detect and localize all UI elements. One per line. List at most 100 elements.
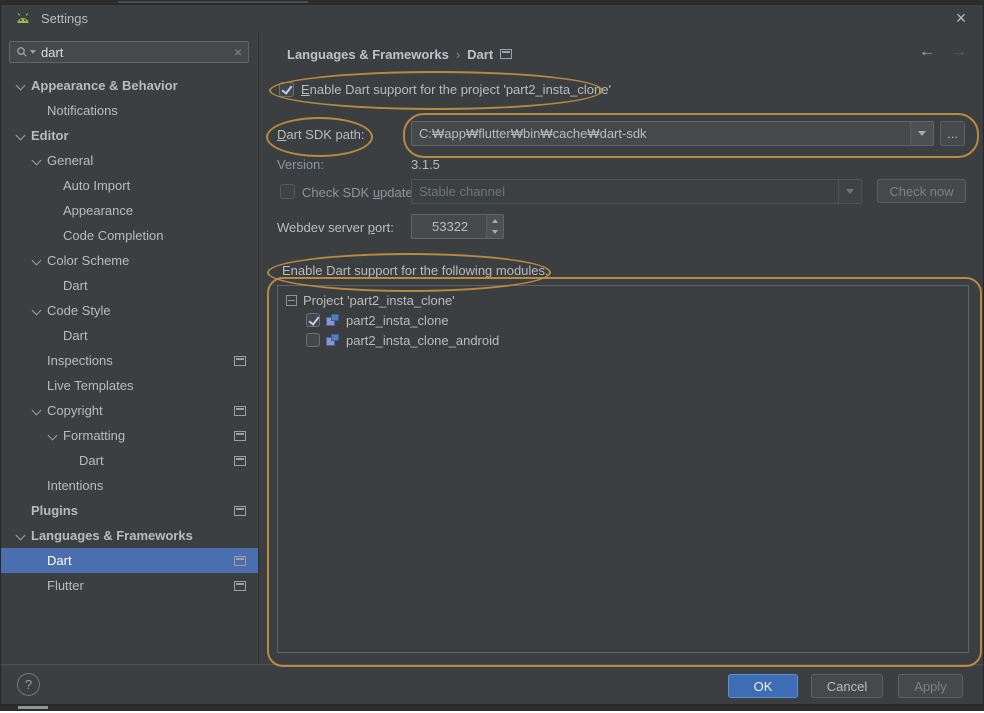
- webdev-port-label: Webdev server port:: [277, 220, 394, 235]
- stepper-up-icon[interactable]: [487, 215, 503, 227]
- forward-arrow-icon: →: [951, 43, 967, 60]
- sidebar-item-editor[interactable]: Editor: [1, 123, 258, 148]
- check-sdk-update-label: Check SDK update:: [302, 185, 417, 200]
- settings-page-icon: [500, 49, 513, 59]
- search-icon: [16, 46, 36, 58]
- sidebar-item-languages-frameworks[interactable]: Languages & Frameworks: [1, 523, 258, 548]
- sidebar-item-dart[interactable]: Dart: [1, 448, 258, 473]
- sidebar-item-general[interactable]: General: [1, 148, 258, 173]
- collapse-node-icon[interactable]: [286, 294, 297, 306]
- sidebar-item-label: Flutter: [47, 578, 84, 593]
- version-label: Version:: [277, 157, 324, 172]
- sidebar-item-label: Notifications: [47, 103, 118, 118]
- webdev-port-stepper[interactable]: 53322: [411, 214, 504, 239]
- module-checkbox[interactable]: [306, 313, 320, 327]
- module-row: part2_insta_clone: [278, 310, 968, 330]
- check-sdk-update-checkbox[interactable]: [280, 184, 295, 199]
- sidebar-item-label: Intentions: [47, 478, 104, 493]
- module-label: part2_insta_clone_android: [346, 332, 500, 348]
- dialog-title: Settings: [41, 10, 88, 26]
- sdk-path-value[interactable]: C:₩app₩flutter₩bin₩cache₩dart-sdk: [412, 122, 910, 145]
- sdk-path-combobox[interactable]: C:₩app₩flutter₩bin₩cache₩dart-sdk: [411, 121, 934, 146]
- chevron-down-icon[interactable]: [47, 423, 63, 448]
- sidebar-item-label: Appearance: [63, 203, 134, 218]
- sidebar-item-code-completion[interactable]: Code Completion: [1, 223, 258, 248]
- search-history-caret-icon: [30, 50, 36, 54]
- sidebar-item-label: Dart: [63, 328, 88, 343]
- enable-dart-support-label: Enable Dart support for the project 'par…: [301, 81, 611, 97]
- webdev-port-value[interactable]: 53322: [412, 215, 486, 238]
- chevron-down-icon[interactable]: [15, 73, 31, 98]
- modules-list: part2_insta_clone part2_insta_clone_andro…: [278, 310, 968, 350]
- back-arrow-icon[interactable]: ←: [919, 43, 935, 61]
- settings-page-icon: [234, 355, 246, 366]
- sidebar-item-intentions[interactable]: Intentions: [1, 473, 258, 498]
- sidebar-item-dart[interactable]: Dart: [1, 273, 258, 298]
- sidebar-item-code-style[interactable]: Code Style: [1, 298, 258, 323]
- enable-dart-support-row: Enable Dart support for the project 'par…: [279, 79, 611, 99]
- sdk-path-dropdown-icon[interactable]: [910, 122, 933, 145]
- stepper-down-icon[interactable]: [487, 227, 503, 239]
- sidebar-item-label: Live Templates: [47, 378, 134, 393]
- chevron-down-icon[interactable]: [31, 298, 47, 323]
- sidebar-item-label: General: [47, 153, 94, 168]
- sidebar-item-appearance-behavior[interactable]: Appearance & Behavior: [1, 73, 258, 98]
- sidebar-item-formatting[interactable]: Formatting: [1, 423, 258, 448]
- sidebar-item-inspections[interactable]: Inspections: [1, 348, 258, 373]
- sidebar-item-auto-import[interactable]: Auto Import: [1, 173, 258, 198]
- sidebar-item-live-templates[interactable]: Live Templates: [1, 373, 258, 398]
- enable-dart-support-checkbox[interactable]: [279, 81, 294, 97]
- settings-page-icon: [234, 555, 246, 566]
- sidebar-item-copyright[interactable]: Copyright: [1, 398, 258, 423]
- dialog-footer: ? OK Cancel Apply: [1, 664, 983, 704]
- help-button[interactable]: ?: [17, 673, 40, 696]
- sidebar-item-dart[interactable]: Dart: [1, 548, 258, 573]
- sidebar-item-appearance[interactable]: Appearance: [1, 198, 258, 223]
- chevron-down-icon[interactable]: [31, 248, 47, 273]
- chevron-down-icon[interactable]: [15, 523, 31, 548]
- settings-search-input[interactable]: dart ×: [9, 41, 249, 63]
- modules-section-label: Enable Dart support for the following mo…: [282, 263, 549, 278]
- ok-button[interactable]: OK: [728, 674, 798, 698]
- update-channel-value: Stable channel: [419, 184, 506, 199]
- check-now-button: Check now: [877, 179, 966, 203]
- search-query-text: dart: [41, 44, 64, 60]
- dialog-titlebar[interactable]: Settings ×: [1, 5, 983, 31]
- sidebar-item-notifications[interactable]: Notifications: [1, 98, 258, 123]
- breadcrumb-parent[interactable]: Languages & Frameworks: [287, 47, 449, 62]
- android-studio-icon: [15, 12, 31, 25]
- sidebar-item-flutter[interactable]: Flutter: [1, 573, 258, 598]
- settings-page-icon: [234, 580, 246, 591]
- sdk-path-label: Dart SDK path:: [277, 127, 365, 142]
- module-icon: [326, 333, 340, 347]
- close-icon[interactable]: ×: [949, 6, 973, 30]
- settings-tree: Appearance & Behavior Notifications Editor…: [1, 73, 258, 598]
- settings-page-icon: [234, 405, 246, 416]
- chevron-down-icon[interactable]: [31, 398, 47, 423]
- clear-search-icon[interactable]: ×: [234, 45, 242, 59]
- chevron-down-icon[interactable]: [15, 123, 31, 148]
- project-row[interactable]: Project 'part2_insta_clone': [278, 290, 968, 310]
- sdk-path-browse-button[interactable]: ...: [940, 121, 965, 146]
- module-row: part2_insta_clone_android: [278, 330, 968, 350]
- chevron-down-icon[interactable]: [31, 148, 47, 173]
- sidebar-item-color-scheme[interactable]: Color Scheme: [1, 248, 258, 273]
- cancel-button[interactable]: Cancel: [811, 674, 883, 698]
- sidebar-item-label: Copyright: [47, 403, 103, 418]
- module-checkbox[interactable]: [306, 333, 320, 347]
- sidebar-item-plugins[interactable]: Plugins: [1, 498, 258, 523]
- sidebar-item-dart[interactable]: Dart: [1, 323, 258, 348]
- sidebar-item-label: Formatting: [63, 428, 126, 443]
- module-label: part2_insta_clone: [346, 312, 449, 328]
